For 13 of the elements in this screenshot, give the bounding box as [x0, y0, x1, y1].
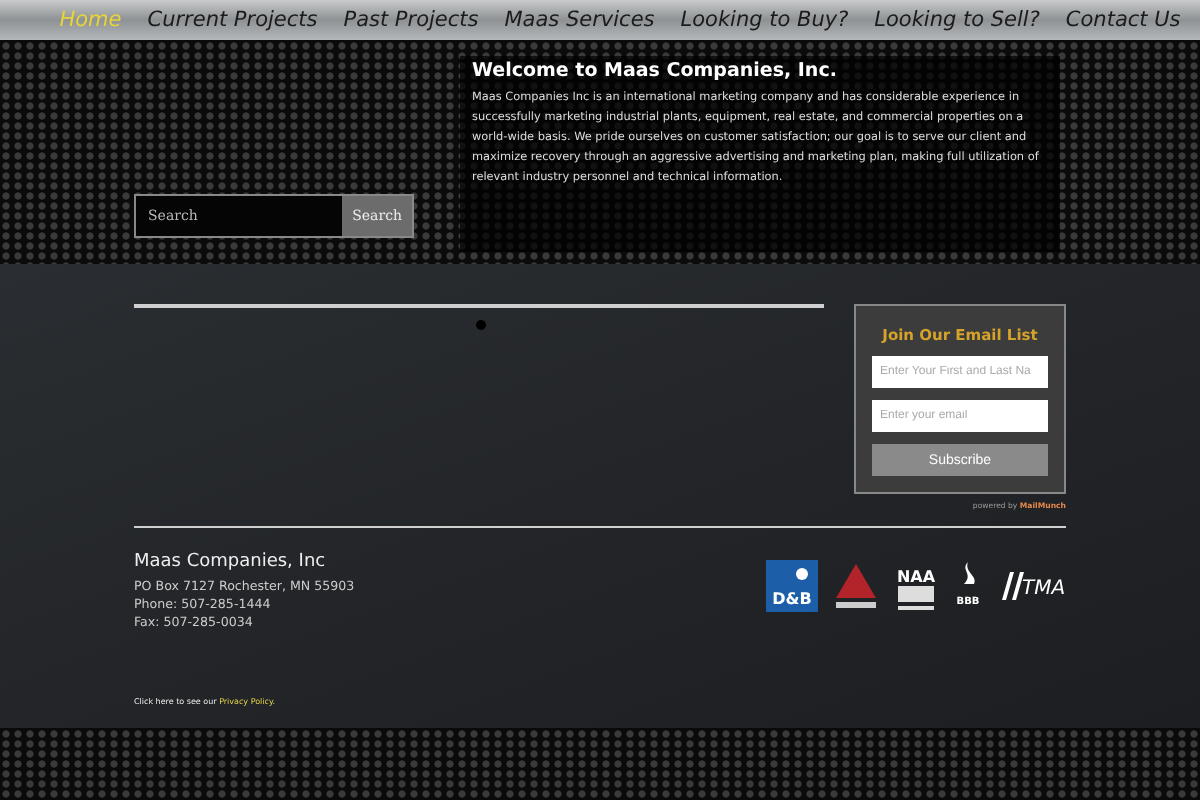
triangle-logo	[834, 562, 878, 610]
naa-logo: NAA	[894, 560, 938, 612]
nav-link[interactable]: Contact Us	[1065, 8, 1181, 32]
nav-link[interactable]: Current Projects	[147, 8, 318, 32]
nav-link[interactable]: Looking to Buy?	[680, 8, 849, 32]
slider-dot	[476, 320, 486, 330]
welcome-title: Welcome to Maas Companies, Inc.	[472, 60, 839, 82]
nav-link[interactable]: Looking to Sell?	[874, 8, 1040, 32]
tma-logo: TMA	[998, 564, 1066, 608]
company-name: Maas Companies, Inc	[134, 552, 328, 572]
dnb-logo: D&B	[766, 560, 818, 612]
nav-link[interactable]: Maas Services	[504, 8, 655, 32]
nav-link[interactable]: Past Projects	[343, 8, 479, 32]
